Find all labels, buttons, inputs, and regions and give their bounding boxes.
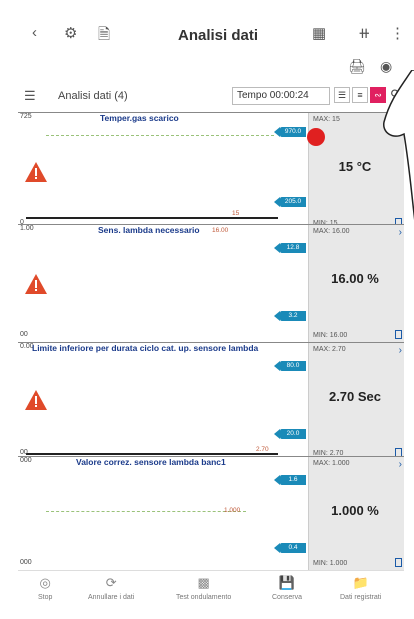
top-header: ‹ ⚙ 🗎 Analisi dati ▦ ⧺ ⋮ — [18, 20, 405, 54]
data-toolbar: ☰ Analisi dati (4) Tempo 00:00:24 ☰ ≡ ∾ … — [18, 86, 404, 108]
tempo-display: Tempo 00:00:24 — [232, 87, 330, 105]
list-mode-button[interactable]: ☰ — [334, 87, 350, 103]
warning-icon — [24, 389, 48, 411]
panel-title: Sens. lambda necessario — [98, 225, 200, 235]
data-panel-2[interactable]: 1.00 Sens. lambda necessario 16.00 12.8 … — [18, 224, 404, 342]
finger-overlay — [383, 70, 414, 221]
list-view-icon[interactable]: ☰ — [24, 88, 36, 104]
folder-icon: 📁 — [352, 575, 369, 590]
recorded-label: Dati registrati — [340, 594, 382, 601]
panel-title: Temper.gas scarico — [100, 113, 179, 123]
save-label: Conserva — [272, 594, 302, 601]
max-label: MAX: 1.000 — [313, 460, 350, 467]
trace-line — [46, 135, 274, 136]
max-label: MAX: 15 — [313, 116, 340, 123]
top-marker: 970.0 — [274, 127, 306, 137]
top-marker: 1.6 — [274, 475, 306, 485]
bottom-marker: 20.0 — [274, 429, 306, 439]
max-label: MAX: 16.00 — [313, 228, 350, 235]
secondary-bar: 🖨 ◉ — [18, 56, 404, 82]
save-button[interactable]: 💾 Conserva — [272, 575, 302, 601]
chevron-left-icon[interactable]: ‹ — [32, 24, 37, 41]
text-mode-button[interactable]: ≡ — [352, 87, 368, 103]
warning-icon — [24, 273, 48, 295]
chart-icon: ▩ — [197, 575, 210, 590]
y-axis-top: 1.00 — [20, 225, 34, 232]
chart-area: 725 Temper.gas scarico 970.0 205.0 15 0 — [18, 113, 308, 230]
fullscreen-icon[interactable]: ⧺ — [358, 24, 371, 42]
reset-data-button[interactable]: ⟳ Annullare i dati — [88, 575, 134, 601]
top-marker: 80.0 — [274, 361, 306, 371]
value-sidebar: MAX: 1.000 › 1.000 % MIN: 1.000 — [308, 457, 404, 570]
toolbar-label: Analisi dati (4) — [58, 90, 128, 102]
dtc-icon[interactable]: ▦ — [312, 24, 326, 42]
y-axis-bottom: 00 — [20, 449, 28, 456]
value-label: 1.000 — [224, 507, 241, 514]
wave-test-label: Test ondulamento — [176, 594, 232, 601]
stop-button[interactable]: ◎ Stop — [38, 575, 52, 601]
value-label: 16.00 — [212, 227, 229, 234]
expand-icon[interactable] — [395, 330, 402, 339]
value-sidebar: MAX: 2.70 › 2.70 Sec MIN: 2.70 — [308, 343, 404, 460]
wave-test-button[interactable]: ▩ Test ondulamento — [176, 575, 231, 601]
chevron-right-icon[interactable]: › — [399, 345, 402, 356]
chart-area: 1.00 Sens. lambda necessario 16.00 12.8 … — [18, 225, 308, 342]
trace-line — [46, 511, 246, 512]
value-sidebar: MAX: 16.00 › 16.00 % MIN: 16.00 — [308, 225, 404, 342]
chevron-right-icon[interactable]: › — [399, 459, 402, 470]
expand-icon[interactable] — [395, 558, 402, 567]
refresh-icon: ⟳ — [105, 575, 117, 590]
current-value: 1.000 % — [331, 503, 379, 518]
more-vertical-icon[interactable]: ⋮ — [390, 24, 405, 42]
value-label: 2.70 — [256, 446, 269, 453]
recorded-data-button[interactable]: 📁 Dati registrati — [340, 575, 381, 601]
printer-icon[interactable]: 🖨 — [348, 58, 366, 75]
stop-icon: ◎ — [39, 575, 51, 590]
bottom-marker: 3.2 — [274, 311, 306, 321]
y-axis-bottom: 000 — [20, 559, 32, 566]
y-axis-top: 000 — [20, 457, 32, 464]
data-panel-3[interactable]: 0.00 Limite inferiore per durata ciclo c… — [18, 342, 404, 460]
vehicle-icon[interactable]: ⚙ — [64, 24, 77, 42]
touch-indicator — [307, 128, 325, 146]
page-title: Analisi dati — [178, 27, 259, 44]
current-value: 16.00 % — [331, 271, 379, 286]
baseline — [26, 217, 278, 219]
max-label: MAX: 2.70 — [313, 346, 346, 353]
bottom-marker: 0.4 — [274, 543, 306, 553]
save-icon: 💾 — [278, 575, 296, 590]
chart-area: 0.00 Limite inferiore per durata ciclo c… — [18, 343, 308, 460]
data-panel-1[interactable]: 725 Temper.gas scarico 970.0 205.0 15 0 … — [18, 112, 404, 230]
top-marker: 12.8 — [274, 243, 306, 253]
current-value: 2.70 Sec — [328, 389, 382, 404]
warning-icon — [24, 161, 48, 183]
baseline — [26, 453, 278, 455]
chart-area: 000 Valore correz. sensore lambda banc1 … — [18, 457, 308, 570]
bottom-nav: ◎ Stop ⟳ Annullare i dati ▩ Test ondulam… — [18, 570, 404, 610]
y-axis-top: 725 — [20, 113, 32, 120]
stop-label: Stop — [38, 594, 53, 601]
panel-title: Valore correz. sensore lambda banc1 — [76, 457, 226, 467]
y-axis-bottom: 00 — [20, 331, 28, 338]
bottom-marker: 205.0 — [274, 197, 306, 207]
data-panel-4[interactable]: 000 Valore correz. sensore lambda banc1 … — [18, 456, 404, 570]
reset-label: Annullare i dati — [88, 594, 135, 601]
document-icon[interactable]: 🗎 — [98, 24, 110, 49]
panel-title: Limite inferiore per durata ciclo cat. u… — [32, 343, 259, 353]
min-label: MIN: 1.000 — [313, 560, 348, 567]
value-label: 15 — [232, 210, 240, 217]
min-label: MIN: 16.00 — [313, 332, 348, 339]
